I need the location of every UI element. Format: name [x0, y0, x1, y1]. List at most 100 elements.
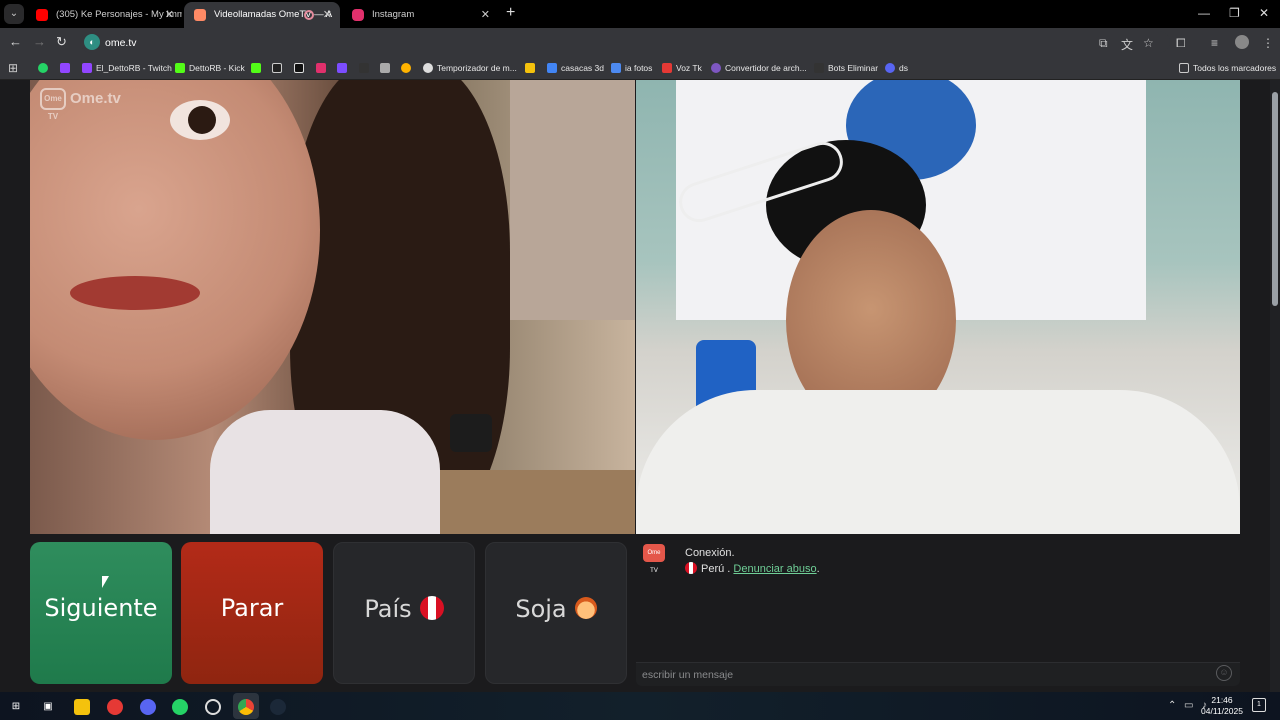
country-button[interactable]: País	[333, 542, 475, 684]
recording-icon	[304, 10, 314, 20]
reload-icon[interactable]: ↻	[56, 34, 67, 50]
folder-icon	[525, 63, 535, 73]
forward-icon[interactable]: →	[33, 34, 46, 49]
close-icon[interactable]: ✕	[165, 2, 174, 28]
bookmark-twitch-channel[interactable]: El_DettoRB - Twitch	[82, 61, 172, 75]
bookmark-instagram[interactable]	[316, 61, 328, 75]
notification-icon[interactable]: 1	[1252, 698, 1266, 712]
app-icon	[401, 63, 411, 73]
bookmark-ds[interactable]: ds	[885, 61, 908, 75]
bookmark-timer[interactable]: Temporizador de m...	[423, 61, 517, 75]
bookmark-tiktok[interactable]	[272, 61, 284, 75]
steam-icon[interactable]	[270, 699, 286, 715]
logo-text: Ome.tv	[70, 89, 121, 107]
bookmark-label: casacas 3d	[561, 63, 604, 73]
tab-instagram[interactable]: Instagram ✕	[342, 2, 498, 28]
tab-title: (305) Ke Personajes - My Immo	[56, 9, 182, 20]
twitch-icon	[82, 63, 92, 73]
restore-icon[interactable]: ❐	[1229, 6, 1240, 20]
media-icon[interactable]: ≡	[1211, 36, 1218, 50]
file-explorer-icon[interactable]	[74, 699, 90, 715]
obs-icon[interactable]	[205, 699, 221, 715]
address-bar[interactable]	[80, 31, 1170, 53]
bookmark-label: DettoRB - Kick	[189, 63, 245, 73]
report-abuse-link[interactable]: Denunciar abuso	[733, 563, 816, 575]
bookmark-kick[interactable]	[251, 61, 263, 75]
message-input-bar	[636, 662, 1240, 686]
timer-icon	[423, 63, 433, 73]
bookmark-voz-tk[interactable]: Voz Tk	[662, 61, 702, 75]
close-icon[interactable]: ✕	[481, 2, 490, 28]
bookmark-app[interactable]	[401, 61, 413, 75]
app-icon[interactable]	[107, 699, 123, 715]
bookmark-casacas[interactable]: casacas 3d	[547, 61, 604, 75]
bookmark-folder[interactable]	[525, 61, 537, 75]
gender-button[interactable]: Soja	[485, 542, 627, 684]
taskbar-clock[interactable]: 21:46 04/11/2025	[1200, 695, 1244, 717]
chat-period: .	[816, 563, 820, 575]
tab-title: Instagram	[372, 9, 415, 20]
video-face	[30, 80, 320, 440]
bookmark-label: ia fotos	[625, 63, 653, 73]
peru-flag-icon	[419, 596, 444, 620]
extensions-icon[interactable]: ⧠	[1176, 36, 1186, 51]
whatsapp-icon[interactable]	[172, 699, 188, 715]
ometv-icon	[194, 9, 206, 21]
remote-video	[30, 80, 635, 534]
whatsapp-icon	[38, 63, 48, 73]
chat-country-message: Perú . Denunciar abuso.	[685, 562, 820, 575]
discord-icon[interactable]	[140, 699, 156, 715]
puzzle-icon	[380, 63, 390, 73]
bookmark-twitch[interactable]	[60, 61, 72, 75]
chrome-icon[interactable]	[238, 699, 254, 715]
x-icon	[294, 63, 304, 73]
voice-icon	[662, 63, 672, 73]
bookmark-label: Voz Tk	[676, 63, 702, 73]
chat-ometv-logo: Ome TV	[643, 544, 665, 574]
tab-ometv[interactable]: Videollamadas OmeTV — A ✕	[184, 2, 340, 28]
star-icon[interactable]: ☆	[1143, 36, 1154, 50]
bookmark-kick-channel[interactable]: DettoRB - Kick	[175, 61, 245, 75]
logo-badge: Ome TV	[40, 88, 66, 121]
kick-icon	[251, 63, 261, 73]
clock-time: 21:46	[1211, 695, 1233, 705]
back-icon[interactable]: ←	[9, 34, 22, 49]
bookmark-app[interactable]	[359, 61, 371, 75]
bookmark-whatsapp[interactable]	[38, 61, 50, 75]
video-shirt	[210, 410, 440, 534]
bookmark-app[interactable]	[337, 61, 349, 75]
install-app-icon[interactable]: ⧉	[1099, 36, 1108, 51]
video-pupil	[188, 106, 216, 134]
instagram-icon	[316, 63, 326, 73]
all-bookmarks[interactable]: Todos los marcadores	[1179, 61, 1276, 75]
minimize-icon[interactable]: —	[1198, 6, 1210, 20]
scrollbar-thumb[interactable]	[1272, 92, 1278, 306]
bookmark-bots[interactable]: Bots Eliminar	[814, 61, 878, 75]
country-button-label: País	[334, 595, 474, 623]
bookmark-convertidor[interactable]: Convertidor de arch...	[711, 61, 807, 75]
message-input[interactable]	[642, 667, 1202, 683]
url-text[interactable]: ome.tv	[105, 37, 137, 49]
stop-button[interactable]: Parar	[181, 542, 323, 684]
task-view-icon[interactable]: ▣	[40, 699, 56, 715]
tab-search-button[interactable]: ⌄	[4, 4, 24, 24]
close-window-icon[interactable]: ✕	[1259, 6, 1269, 20]
tray-chevron-icon[interactable]: ⌃	[1168, 700, 1176, 711]
close-icon[interactable]: ✕	[323, 2, 332, 28]
bookmark-ia-fotos[interactable]: ia fotos	[611, 61, 652, 75]
network-icon[interactable]: ▭	[1184, 700, 1193, 711]
windows-start-icon[interactable]: ⊞	[8, 699, 24, 715]
emoji-icon[interactable]: ☺	[1216, 665, 1232, 681]
site-info-icon[interactable]: ◐	[84, 34, 100, 50]
bookmark-puzzle[interactable]	[380, 61, 392, 75]
tab-youtube[interactable]: (305) Ke Personajes - My Immo ✕	[26, 2, 182, 28]
new-tab-button[interactable]: +	[506, 4, 515, 22]
translate-icon[interactable]: 文	[1121, 36, 1133, 53]
chat-country: Perú	[701, 563, 725, 575]
next-button[interactable]: Siguiente	[30, 542, 172, 684]
bookmark-label: Convertidor de arch...	[725, 63, 807, 73]
menu-icon[interactable]: ⋮	[1262, 36, 1274, 50]
apps-icon[interactable]: ⊞	[8, 61, 18, 75]
bookmark-x[interactable]	[294, 61, 306, 75]
profile-avatar[interactable]	[1235, 35, 1249, 49]
